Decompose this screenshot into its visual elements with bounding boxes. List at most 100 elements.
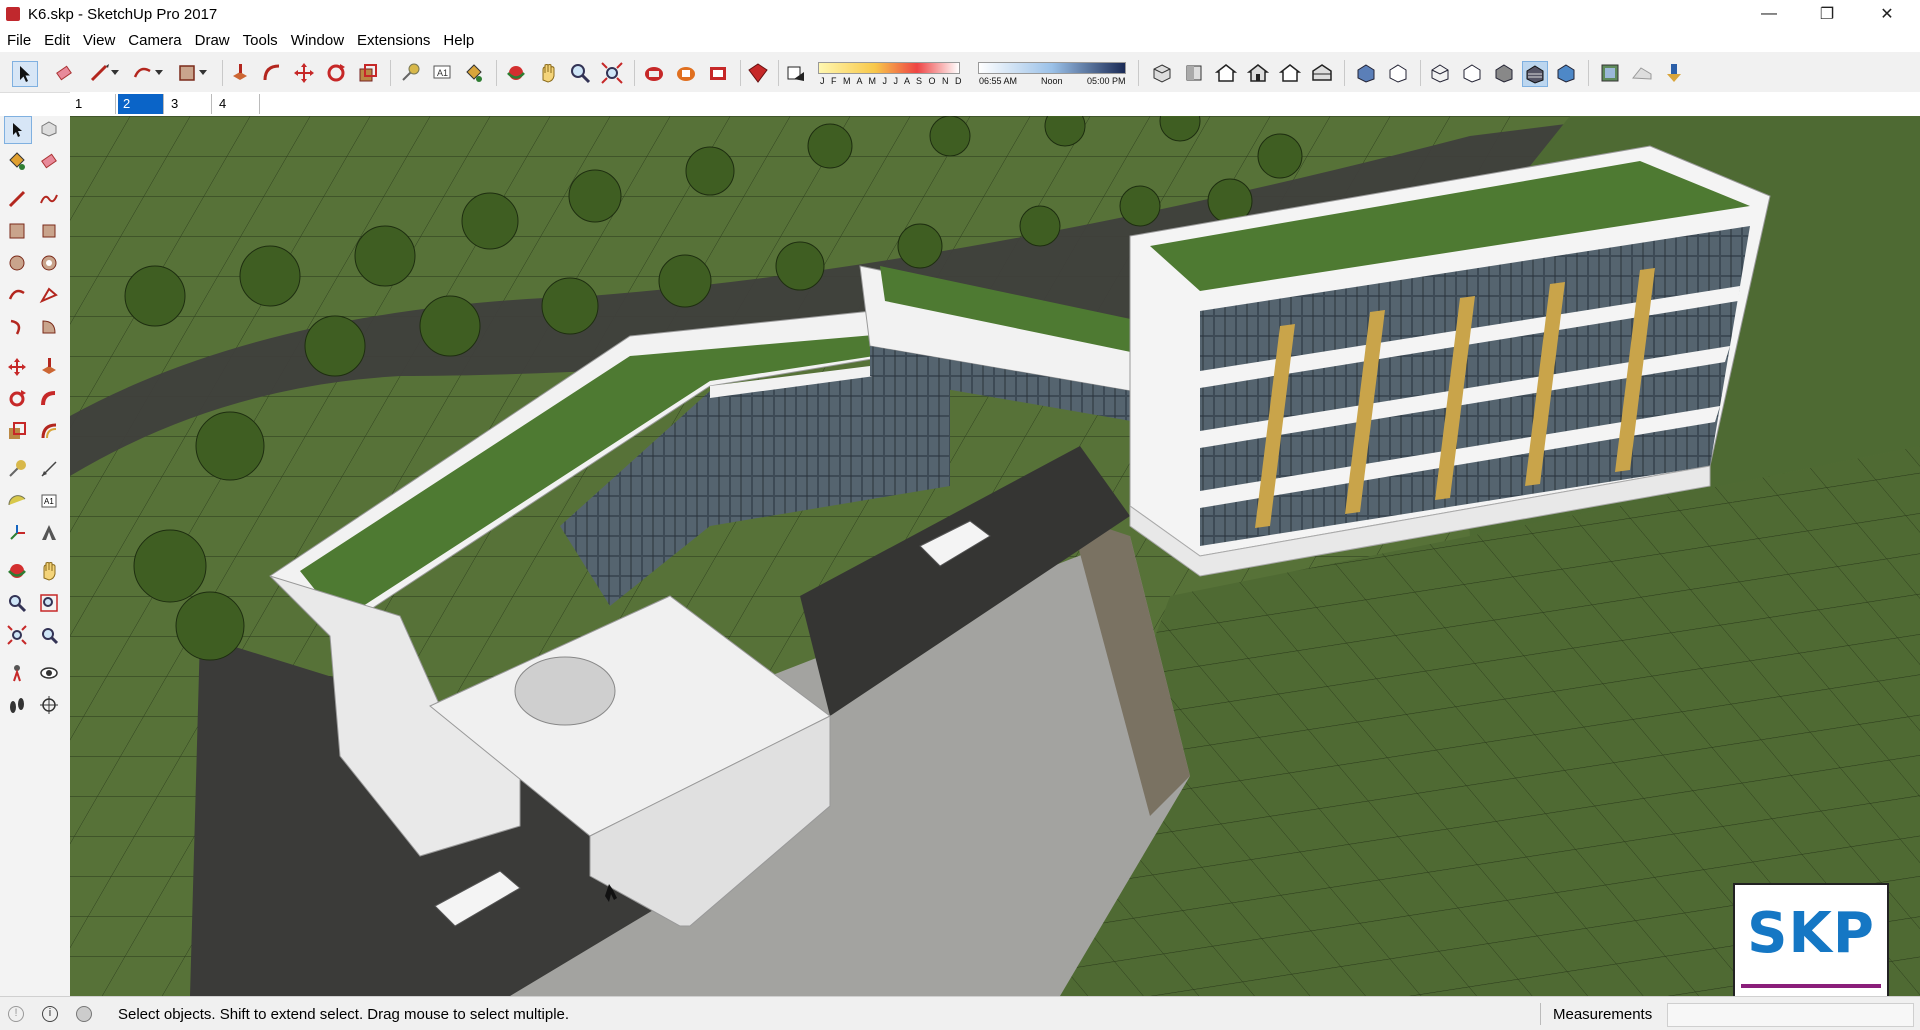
zoom-extents-tool-icon[interactable] — [4, 622, 30, 648]
select-icon[interactable] — [4, 116, 32, 144]
left-view-icon[interactable] — [1310, 61, 1334, 85]
move-icon[interactable] — [292, 61, 316, 85]
move-tool-icon[interactable] — [4, 354, 30, 380]
orbit-tool-icon[interactable] — [4, 558, 30, 584]
line-icon[interactable] — [4, 186, 30, 212]
two-point-arc-icon[interactable] — [36, 282, 62, 308]
menu-window[interactable]: Window — [284, 32, 350, 49]
shadows-toggle-icon[interactable] — [784, 61, 808, 85]
backedges-style-icon[interactable] — [1386, 61, 1410, 85]
select-tool-icon[interactable] — [12, 61, 38, 87]
3d-text-icon[interactable] — [36, 520, 62, 546]
back-view-icon[interactable] — [1278, 61, 1302, 85]
axes-icon[interactable] — [4, 520, 30, 546]
position-camera-icon[interactable] — [4, 660, 30, 686]
scene-tab-3[interactable]: 3 — [166, 94, 212, 114]
user-sign-in-icon[interactable] — [76, 1006, 92, 1022]
rectangle-tool-icon[interactable] — [175, 61, 199, 85]
wireframe-style-icon[interactable] — [1428, 61, 1452, 85]
make-component-icon[interactable] — [36, 116, 62, 142]
line-tool-icon[interactable] — [88, 61, 112, 85]
scale-tool-icon[interactable] — [4, 418, 30, 444]
three-point-arc-icon[interactable] — [4, 314, 30, 340]
add-location-icon[interactable] — [1598, 61, 1622, 85]
zoom-icon[interactable] — [568, 61, 592, 85]
menu-draw[interactable]: Draw — [188, 32, 236, 49]
rotated-rectangle-icon[interactable] — [36, 218, 62, 244]
push-pull-tool-icon[interactable] — [36, 354, 62, 380]
zoom-tool-icon[interactable] — [4, 590, 30, 616]
pie-icon[interactable] — [36, 314, 62, 340]
scene-tab-2[interactable]: 2 — [118, 94, 164, 114]
menu-help[interactable]: Help — [436, 32, 480, 49]
restore-button[interactable]: ❐ — [1798, 0, 1856, 28]
rotate-icon[interactable] — [324, 61, 348, 85]
hidden-line-style-icon[interactable] — [1460, 61, 1484, 85]
menu-camera[interactable]: Camera — [121, 32, 187, 49]
rotate-tool-icon[interactable] — [4, 386, 30, 412]
menu-edit[interactable]: Edit — [37, 32, 76, 49]
eraser-icon[interactable] — [52, 61, 76, 85]
minimize-button[interactable]: — — [1740, 0, 1798, 28]
pan-tool-icon[interactable] — [36, 558, 62, 584]
tape-measure-tool-icon[interactable] — [4, 456, 30, 482]
menu-view[interactable]: View — [76, 32, 121, 49]
dimension-icon[interactable] — [36, 456, 62, 482]
freehand-icon[interactable] — [36, 186, 62, 212]
top-view-icon[interactable] — [1182, 61, 1206, 85]
offset-icon[interactable] — [260, 61, 284, 85]
shape-dropdown-icon[interactable] — [198, 61, 208, 85]
shaded-textures-style-icon[interactable] — [1522, 61, 1548, 87]
credits-icon[interactable]: i — [42, 1006, 58, 1022]
scale-icon[interactable] — [356, 61, 380, 85]
line-dropdown-icon[interactable] — [110, 61, 120, 85]
menu-tools[interactable]: Tools — [236, 32, 284, 49]
look-around-icon[interactable] — [36, 660, 62, 686]
previous-view-icon[interactable] — [36, 622, 62, 648]
eraser-tool-icon[interactable] — [36, 148, 62, 174]
menu-file[interactable]: File — [0, 32, 37, 49]
circle-icon[interactable] — [4, 250, 30, 276]
measurements-input[interactable] — [1667, 1003, 1914, 1027]
shaded-style-icon[interactable] — [1492, 61, 1516, 85]
pan-icon[interactable] — [536, 61, 560, 85]
xray-style-icon[interactable] — [1354, 61, 1378, 85]
scene-tab-4[interactable]: 4 — [214, 94, 260, 114]
arc-dropdown-icon[interactable] — [154, 61, 164, 85]
arc-icon[interactable] — [4, 282, 30, 308]
push-pull-icon[interactable] — [228, 61, 252, 85]
shadow-date-slider[interactable] — [818, 62, 960, 74]
right-view-icon[interactable] — [1246, 61, 1270, 85]
orbit-icon[interactable] — [504, 61, 528, 85]
section-plane-icon[interactable] — [36, 692, 62, 718]
warehouse-icon[interactable] — [642, 61, 666, 85]
follow-me-icon[interactable] — [36, 386, 62, 412]
photo-textures-icon[interactable] — [1662, 61, 1686, 85]
paint-bucket-icon[interactable] — [462, 61, 486, 85]
model-viewport[interactable]: SKP — [70, 116, 1920, 996]
polygon-icon[interactable] — [36, 250, 62, 276]
ruby-console-icon[interactable] — [746, 61, 770, 85]
protractor-icon[interactable] — [4, 488, 30, 514]
text-icon[interactable]: A1 — [36, 488, 62, 514]
monochrome-style-icon[interactable] — [1554, 61, 1578, 85]
scene-tab-1[interactable]: 1 — [70, 94, 116, 114]
toggle-terrain-icon[interactable] — [1630, 61, 1654, 85]
rectangle-icon[interactable] — [4, 218, 30, 244]
zoom-extents-icon[interactable] — [600, 61, 624, 85]
close-button[interactable]: ✕ — [1858, 0, 1916, 28]
offset-tool-icon[interactable] — [36, 418, 62, 444]
shadow-time-slider[interactable] — [978, 62, 1126, 74]
arc-tool-icon[interactable] — [131, 61, 155, 85]
zoom-window-icon[interactable] — [36, 590, 62, 616]
tape-measure-icon[interactable] — [398, 61, 422, 85]
walk-icon[interactable] — [4, 692, 30, 718]
iso-view-icon[interactable] — [1150, 61, 1174, 85]
share-model-icon[interactable] — [674, 61, 698, 85]
paint-bucket-tool-icon[interactable] — [4, 148, 30, 174]
geolocation-icon[interactable]: ! — [8, 1006, 24, 1022]
front-view-icon[interactable] — [1214, 61, 1238, 85]
menu-extensions[interactable]: Extensions — [350, 32, 436, 49]
extension-warehouse-icon[interactable] — [706, 61, 730, 85]
text-tool-icon[interactable]: A1 — [430, 61, 454, 85]
